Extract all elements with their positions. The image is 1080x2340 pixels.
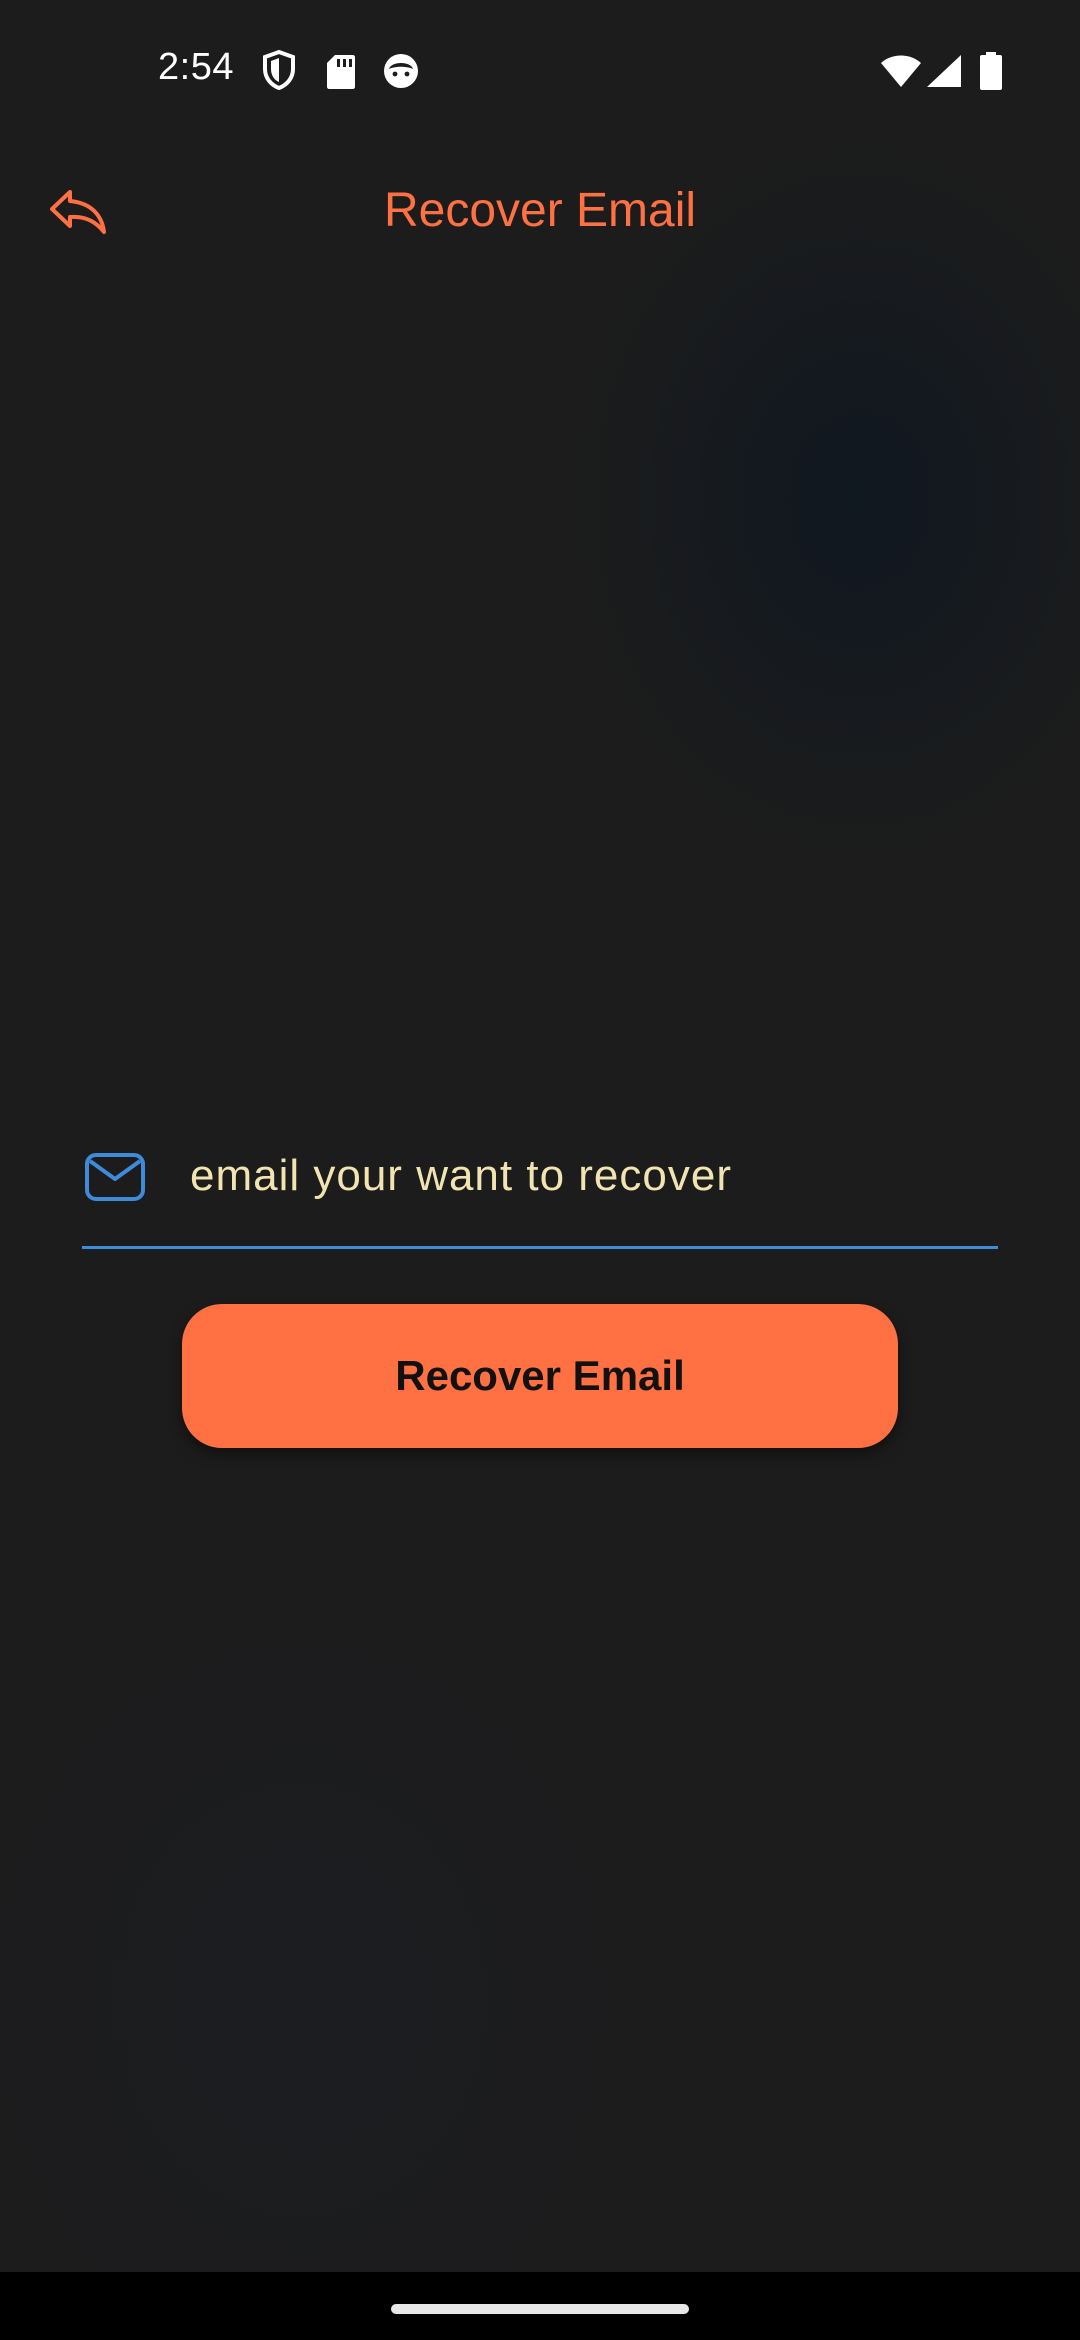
cellular-signal-icon xyxy=(926,54,962,93)
email-input[interactable] xyxy=(190,1138,980,1214)
wifi-icon xyxy=(880,54,922,93)
email-field[interactable] xyxy=(82,1130,998,1249)
page-title: Recover Email xyxy=(383,184,697,237)
home-indicator[interactable] xyxy=(391,2304,689,2314)
recover-email-button[interactable]: Recover Email xyxy=(182,1304,898,1448)
shield-icon xyxy=(262,49,296,95)
recover-email-screen: 2:54 Recover Email email your want to re… xyxy=(0,0,1080,2340)
gesture-nav-bar xyxy=(0,2272,1080,2340)
face-icon xyxy=(382,52,420,95)
status-time: 2:54 xyxy=(158,46,234,88)
mail-icon xyxy=(84,1152,146,1202)
battery-icon xyxy=(980,52,1002,95)
sd-card-icon xyxy=(326,54,356,95)
status-bar: 2:54 xyxy=(0,0,1080,140)
